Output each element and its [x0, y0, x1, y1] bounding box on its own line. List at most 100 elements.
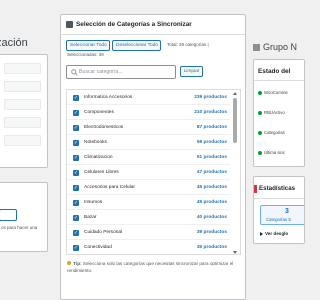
statistics-card: Estadísticas 3 Categorías S Ver desglo — [253, 176, 305, 244]
building-icon — [253, 43, 260, 51]
category-count: 45 productos — [196, 200, 227, 205]
left-field[interactable] — [4, 81, 41, 92]
category-name: Notebooks — [84, 140, 107, 145]
category-list-scrollbar[interactable] — [232, 92, 238, 254]
left-action-card: os para hacer una — [0, 182, 48, 252]
clear-search-button[interactable]: Limpiar — [180, 66, 203, 77]
select-all-button[interactable]: Seleccionar Todo — [66, 40, 110, 51]
category-row[interactable]: ✓ Conectividad 35 productos — [67, 242, 230, 254]
left-section-heading: zación — [0, 37, 28, 49]
category-row[interactable]: ✓ Cuidado Personal 39 productos — [67, 227, 230, 240]
status-text: WooComme — [264, 90, 288, 95]
category-row[interactable]: ✓ Electrodomesticos 87 productos — [67, 122, 230, 135]
stats-label: Categorías S — [266, 217, 292, 222]
checkbox-checked-icon[interactable]: ✓ — [73, 230, 79, 236]
category-name: Informatica Accesorios — [84, 95, 133, 100]
tip-label: Tip: — [73, 261, 82, 266]
left-field[interactable] — [4, 99, 41, 110]
status-text: Categorias — [264, 130, 285, 135]
checkbox-checked-icon[interactable]: ✓ — [73, 200, 79, 206]
checkbox-checked-icon[interactable]: ✓ — [73, 155, 79, 161]
category-count: 45 productos — [196, 185, 227, 190]
status-text: Última sinc — [264, 150, 286, 155]
header-divider — [61, 34, 245, 35]
stats-summary-box: 3 Categorías S — [260, 205, 304, 225]
checkbox-checked-icon[interactable]: ✓ — [73, 95, 79, 101]
category-row[interactable]: ✓ Informatica Accesorios 239 productos — [67, 92, 230, 105]
category-card-header: Selección de Categorías a Sincronizar — [66, 21, 192, 28]
search-icon — [71, 69, 78, 76]
breakdown-toggle[interactable]: Ver desglo — [260, 231, 288, 236]
stats-divider — [254, 198, 304, 199]
checkbox-checked-icon[interactable]: ✓ — [73, 215, 79, 221]
category-count: 59 productos — [196, 140, 227, 145]
scroll-thumb[interactable] — [233, 98, 237, 143]
deselect-all-button[interactable]: Deseleccionar Todo — [112, 40, 161, 51]
category-card-title: Selección de Categorías a Sincronizar — [76, 21, 192, 28]
category-row[interactable]: ✓ Insumos 45 productos — [67, 197, 230, 210]
category-count: 51 productos — [196, 155, 227, 160]
caret-right-icon — [260, 231, 263, 236]
category-name: Conectividad — [84, 245, 112, 250]
category-name: Cuidado Personal — [84, 230, 123, 235]
category-name: Celulares Libres — [84, 170, 119, 175]
selected-count-label: Seleccionadas: 39 — [67, 52, 104, 57]
stats-number: 3 — [285, 208, 289, 215]
category-count: 35 productos — [196, 245, 227, 250]
scroll-down-arrow-icon[interactable] — [233, 251, 237, 254]
group-heading: Grupo N — [253, 42, 297, 52]
status-ok-icon — [258, 110, 262, 115]
category-row[interactable]: ✓ Componentes 210 productos — [67, 107, 230, 120]
category-selection-card: Selección de Categorías a Sincronizar Se… — [60, 14, 246, 300]
checkbox-checked-icon[interactable]: ✓ — [73, 245, 79, 251]
status-ok-icon — [258, 90, 262, 95]
total-categories-label: Total: 39 categorías | — [167, 42, 209, 47]
status-text: RBUActivo — [264, 110, 285, 115]
checkbox-checked-icon[interactable]: ✓ — [73, 125, 79, 131]
category-row[interactable]: ✓ Notebooks 59 productos — [67, 137, 230, 150]
category-count: 39 productos — [196, 230, 227, 235]
category-count: 87 productos — [196, 125, 227, 130]
breakdown-toggle-label: Ver desglo — [265, 231, 289, 236]
statistics-title: Estadísticas — [259, 185, 296, 192]
status-item: Última sinc — [258, 145, 304, 160]
category-search-input[interactable] — [79, 67, 173, 77]
category-count: 210 productos — [194, 110, 227, 115]
category-name: Accesorios para Celular — [84, 185, 135, 190]
stats-accent-bar — [254, 185, 257, 193]
status-item: RBUActivo — [258, 105, 304, 120]
checkbox-checked-icon[interactable]: ✓ — [73, 140, 79, 146]
left-settings-card — [0, 54, 48, 168]
category-count: 40 productos — [196, 215, 227, 220]
category-name: Electrodomesticos — [84, 125, 124, 130]
status-card: Estado del WooComme RBUActivo Categorias… — [253, 59, 305, 167]
left-field[interactable] — [4, 63, 41, 74]
checkbox-checked-icon[interactable]: ✓ — [73, 110, 79, 116]
tip-text: Tip: Selecciona solo las categorías que … — [67, 261, 239, 274]
status-ok-icon — [258, 130, 262, 135]
category-search-box — [66, 65, 176, 79]
category-name: Insumos — [84, 200, 103, 205]
sync-icon — [66, 21, 73, 28]
category-row[interactable]: ✓ Accesorios para Celular 45 productos — [67, 182, 230, 195]
checkbox-checked-icon[interactable]: ✓ — [73, 170, 79, 176]
status-card-title: Estado del — [258, 68, 291, 75]
checkbox-checked-icon[interactable]: ✓ — [73, 185, 79, 191]
status-item: WooComme — [258, 85, 304, 100]
status-ok-icon — [258, 150, 262, 155]
category-row[interactable]: ✓ Climatizacion 51 productos — [67, 152, 230, 165]
category-name: Componentes — [84, 110, 114, 115]
group-heading-text: Grupo N — [263, 42, 298, 52]
status-divider — [254, 80, 304, 81]
category-row[interactable]: ✓ Bazar 40 productos — [67, 212, 230, 225]
category-count: 47 productos — [196, 170, 227, 175]
left-action-button[interactable] — [0, 209, 17, 221]
lightbulb-icon — [67, 261, 71, 265]
category-row[interactable]: ✓ Celulares Libres 47 productos — [67, 167, 230, 180]
left-field[interactable] — [4, 135, 41, 146]
category-count: 239 productos — [194, 95, 227, 100]
category-name: Climatizacion — [84, 155, 113, 160]
scroll-up-arrow-icon[interactable] — [233, 92, 237, 95]
left-field[interactable] — [4, 117, 41, 128]
status-item: Categorias — [258, 125, 304, 140]
